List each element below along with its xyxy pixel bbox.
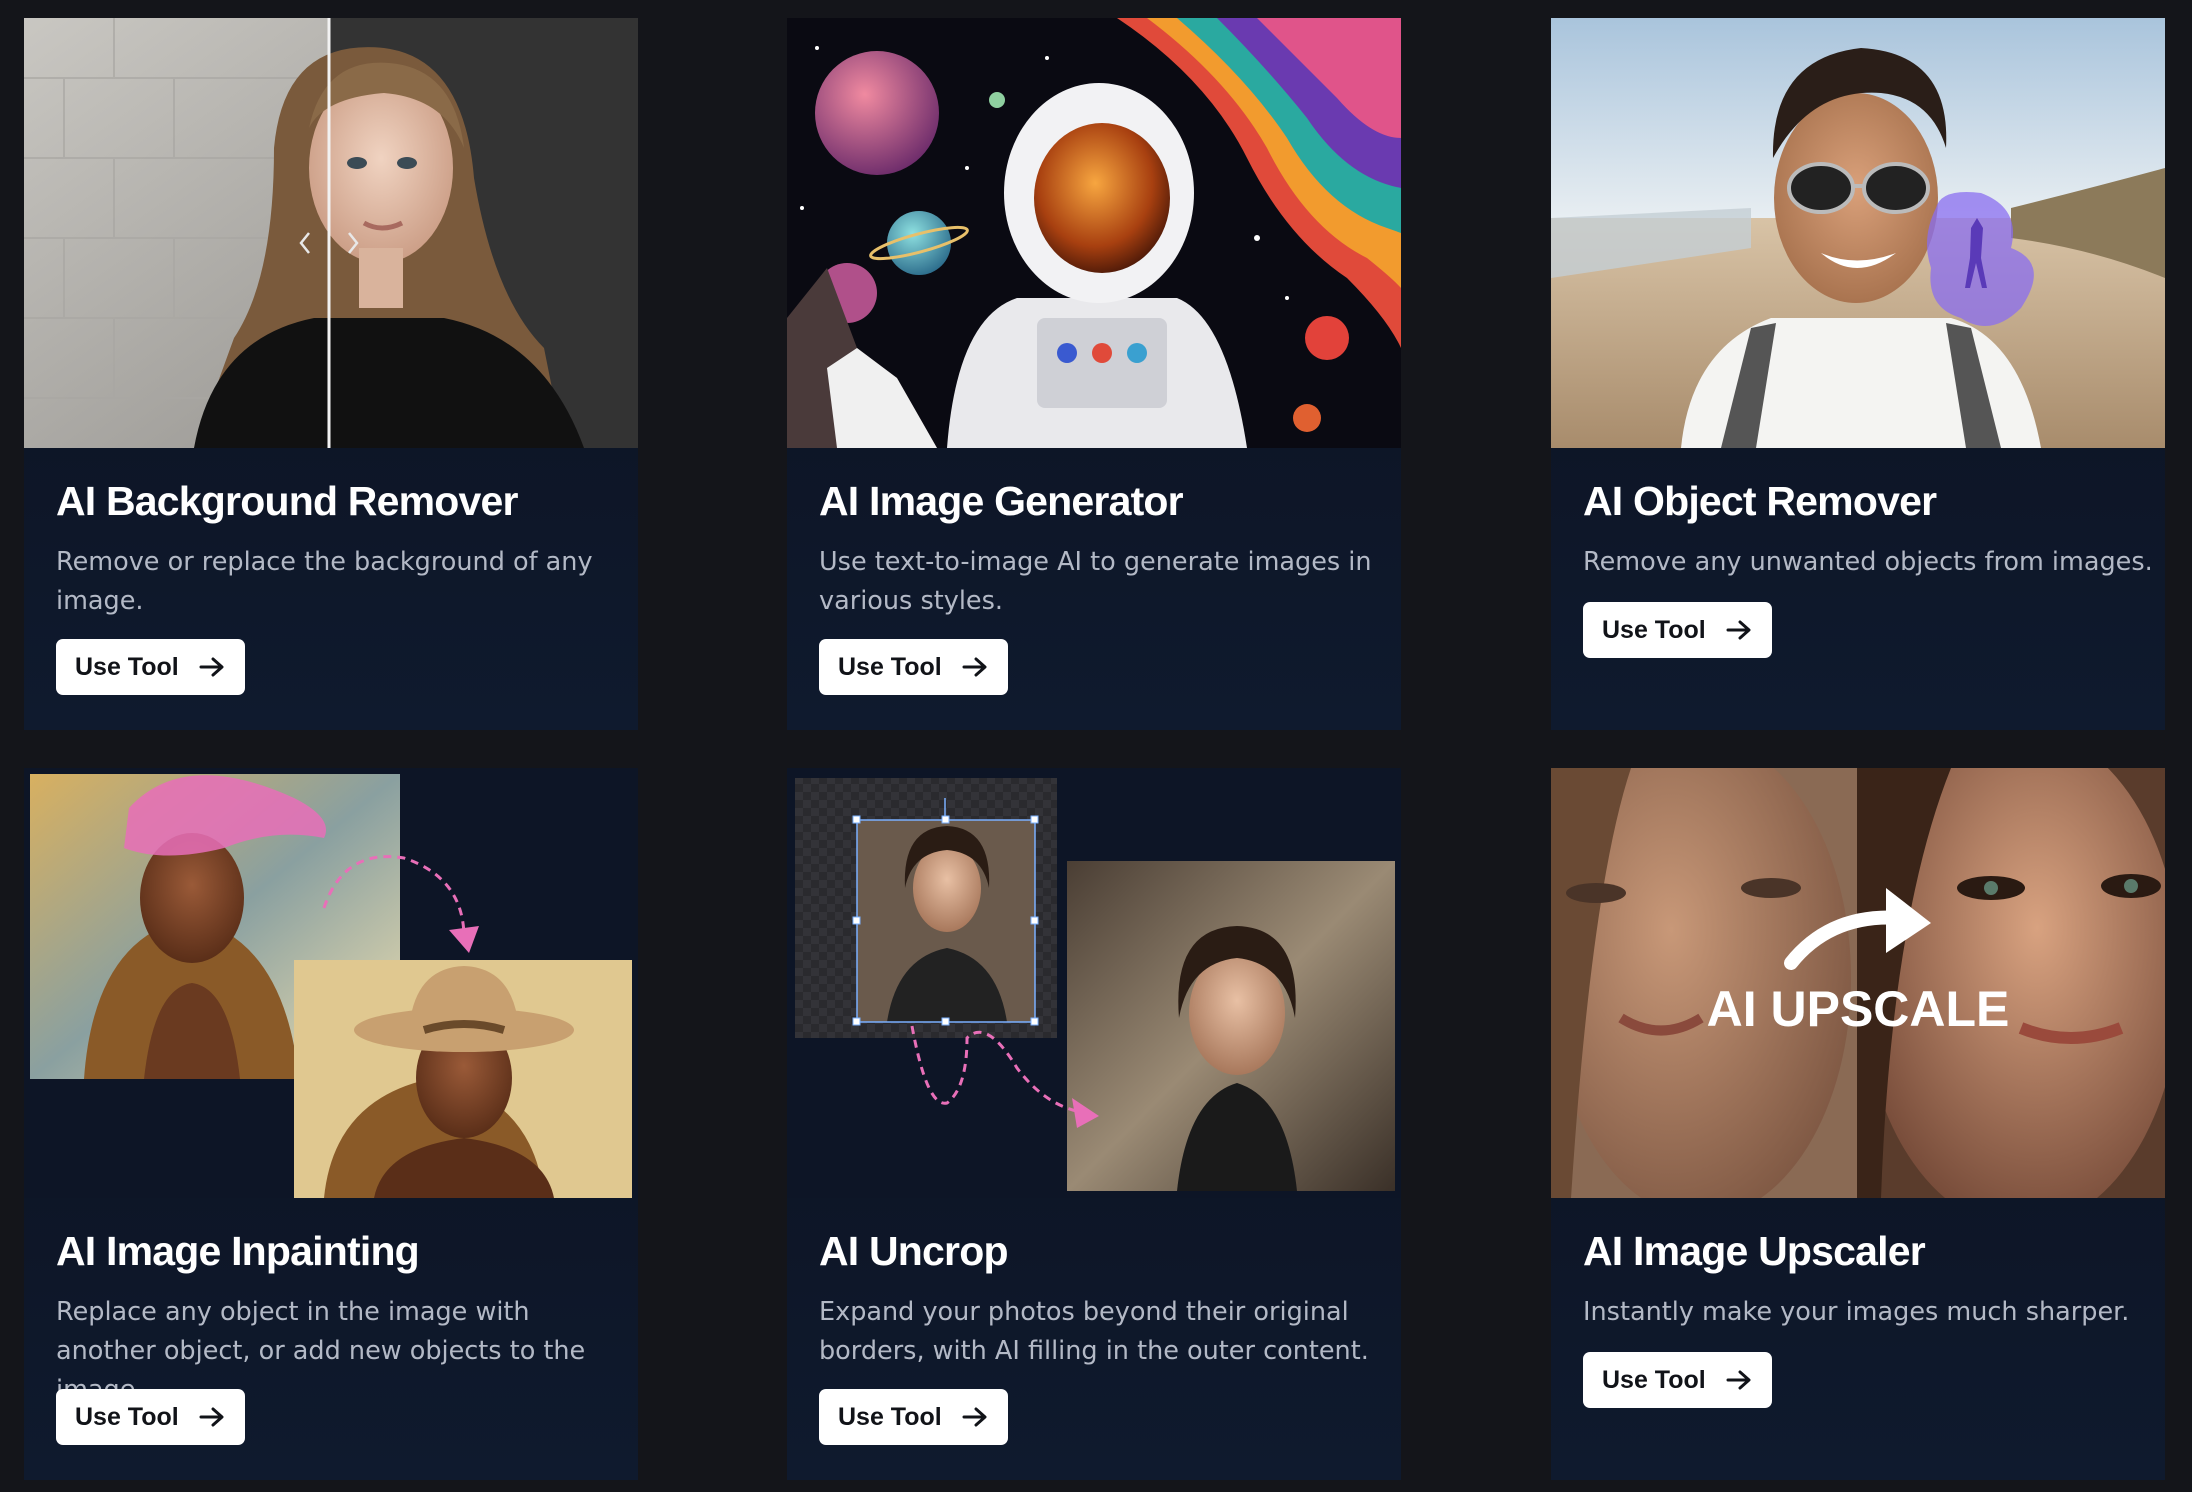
tool-card-image-upscaler[interactable]: AI UPSCALE AI Image Upscaler Instantly m… <box>1551 768 2165 1480</box>
tool-title: AI Image Upscaler <box>1583 1228 1926 1274</box>
arrow-right-icon <box>962 657 987 677</box>
uncrop-preview-image[interactable] <box>787 768 1401 1198</box>
use-tool-button[interactable]: Use Tool <box>56 1389 245 1445</box>
tool-description: Remove or replace the background of any … <box>56 547 593 616</box>
tool-title: AI Object Remover <box>1583 478 1937 524</box>
use-tool-button[interactable]: Use Tool <box>56 639 245 695</box>
tool-title: AI Background Remover <box>56 478 518 524</box>
tool-title: AI Image Inpainting <box>56 1228 420 1274</box>
use-tool-button-label: Use Tool <box>1602 1365 1706 1394</box>
tool-description: Remove any unwanted objects from images. <box>1583 547 2153 577</box>
tool-title: AI Image Generator <box>819 478 1184 524</box>
use-tool-button[interactable]: Use Tool <box>1583 602 1772 658</box>
use-tool-button-label: Use Tool <box>1602 615 1706 644</box>
tool-title: AI Uncrop <box>819 1228 1009 1274</box>
use-tool-button-label: Use Tool <box>838 652 942 681</box>
arrow-right-icon <box>199 1407 224 1427</box>
tool-description: Instantly make your images much sharper. <box>1583 1297 2130 1327</box>
tool-card-background-remover[interactable]: AI Background Remover Remove or replace … <box>24 18 638 730</box>
tool-card-object-remover[interactable]: AI Object Remover Remove any unwanted ob… <box>1551 18 2165 730</box>
arrow-right-icon <box>199 657 224 677</box>
upscale-overlay-text: AI UPSCALE <box>1707 981 2010 1037</box>
tool-description: Expand your photos beyond their original… <box>819 1297 1369 1366</box>
arrow-right-icon <box>1726 1370 1751 1390</box>
use-tool-button-label: Use Tool <box>75 652 179 681</box>
use-tool-button[interactable]: Use Tool <box>819 639 1008 695</box>
use-tool-button-label: Use Tool <box>838 1402 942 1431</box>
background-remover-preview-image[interactable] <box>24 18 638 448</box>
image-generator-preview-image[interactable] <box>787 18 1401 448</box>
arrow-right-icon <box>1726 620 1751 640</box>
tool-description: Use text-to-image AI to generate images … <box>819 547 1372 616</box>
tool-card-uncrop[interactable]: AI Uncrop Expand your photos beyond thei… <box>787 768 1401 1480</box>
object-remover-preview-image[interactable] <box>1551 18 2165 448</box>
use-tool-button-label: Use Tool <box>75 1402 179 1431</box>
use-tool-button[interactable]: Use Tool <box>819 1389 1008 1445</box>
image-inpainting-preview-image[interactable] <box>24 768 638 1198</box>
tool-card-image-generator[interactable]: AI Image Generator Use text-to-image AI … <box>787 18 1401 730</box>
tool-card-image-inpainting[interactable]: AI Image Inpainting Replace any object i… <box>24 768 638 1480</box>
use-tool-button[interactable]: Use Tool <box>1583 1352 1772 1408</box>
arrow-right-icon <box>962 1407 987 1427</box>
image-upscaler-preview-image[interactable]: AI UPSCALE <box>1551 768 2165 1198</box>
